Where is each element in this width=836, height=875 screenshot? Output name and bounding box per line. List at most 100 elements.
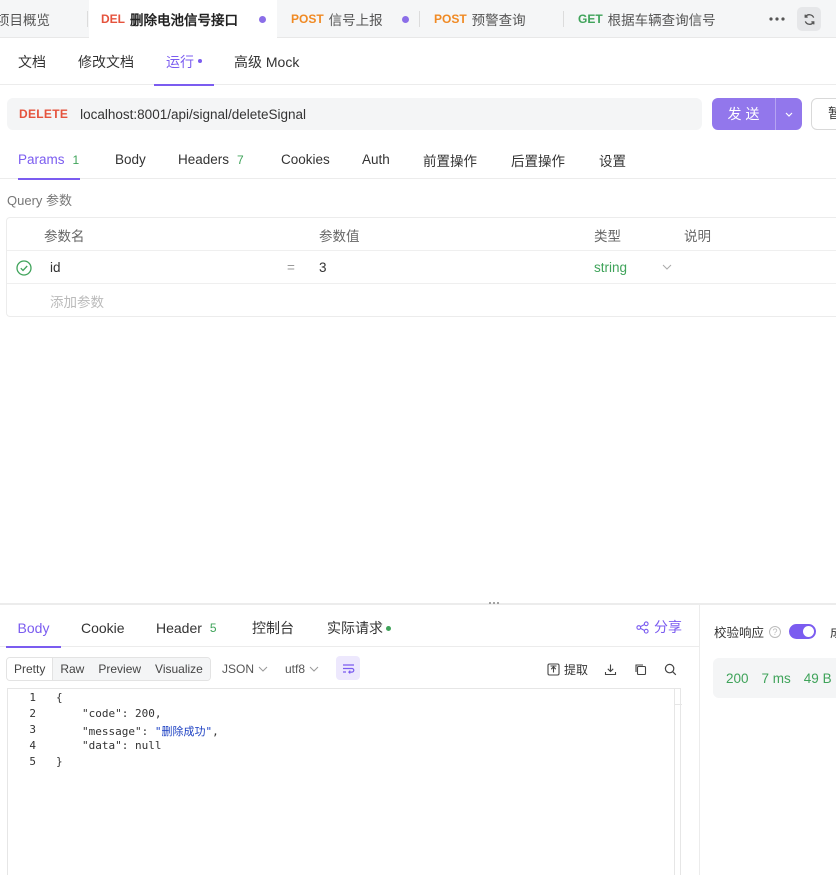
line-number: 4 xyxy=(29,739,36,752)
tab-post-processors[interactable]: 后置操作 xyxy=(511,140,565,179)
tab-label: 前置操作 xyxy=(423,153,477,169)
tab-query-by-vehicle[interactable]: GET 根据车辆查询信号 xyxy=(565,0,755,38)
search-icon[interactable] xyxy=(664,660,677,678)
url-input[interactable]: localhost:8001/api/signal/deleteSignal xyxy=(80,107,306,122)
extract-label: 提取 xyxy=(564,662,589,677)
format-select[interactable]: JSON xyxy=(222,657,268,681)
tab-label: 实际请求 xyxy=(327,620,383,636)
response-body-viewer[interactable]: 1 2 3 4 5 { "code": 200, "message": "删除成… xyxy=(7,688,682,875)
json-brace: } xyxy=(56,755,63,768)
column-header: 说明 xyxy=(684,228,711,244)
word-wrap-button[interactable] xyxy=(336,656,360,680)
encoding-value: utf8 xyxy=(285,662,306,676)
response-time: 7 ms xyxy=(761,670,791,686)
query-params-label: Query 参数 xyxy=(7,193,73,208)
json-value: 200 xyxy=(135,707,155,720)
tab-pre-processors[interactable]: 前置操作 xyxy=(423,140,477,179)
method-badge: POST xyxy=(291,12,324,26)
code-line: { xyxy=(56,691,63,704)
method-badge: POST xyxy=(434,12,467,26)
param-value-input[interactable]: 3 xyxy=(319,251,327,284)
share-label: 分享 xyxy=(654,619,682,635)
tab-label: 根据车辆查询信号 xyxy=(607,13,716,28)
sub-navigation: 文档 修改文档 运行 高级 Mock xyxy=(0,38,836,86)
extract-button[interactable]: 提取 xyxy=(547,660,588,678)
scrollbar-track[interactable] xyxy=(674,689,675,875)
method-badge: DEL xyxy=(101,12,125,26)
scrollbar-marker xyxy=(674,704,682,705)
tab-label: Cookie xyxy=(81,620,125,636)
subtab-advanced-mock[interactable]: 高级 Mock xyxy=(234,38,299,85)
response-status: 200 7 ms 49 B xyxy=(713,658,836,698)
extract-icon xyxy=(547,662,560,676)
tab-actual-request[interactable]: 实际请求 xyxy=(327,609,391,647)
unsaved-dot-icon xyxy=(259,16,266,23)
subtab-label: 修改文档 xyxy=(78,53,134,70)
line-number: 1 xyxy=(29,691,36,704)
tab-label: Body xyxy=(115,152,146,167)
params-table: 参数名 参数值 类型 说明 id = 3 string 添加参数 xyxy=(6,217,836,317)
tab-signal-report[interactable]: POST 信号上报 xyxy=(278,0,420,38)
line-number: 2 xyxy=(29,707,36,720)
chevron-down-icon xyxy=(258,666,268,672)
tab-label: 设置 xyxy=(599,153,626,169)
subtab-edit-docs[interactable]: 修改文档 xyxy=(78,38,134,85)
tab-response-header[interactable]: Header 5 xyxy=(156,609,217,647)
tab-label: 预警查询 xyxy=(471,13,526,28)
status-dot-icon xyxy=(386,625,391,631)
add-param-input[interactable]: 添加参数 xyxy=(50,284,104,317)
tab-body[interactable]: Body xyxy=(115,140,146,179)
copy-icon[interactable] xyxy=(634,660,647,678)
tab-cookies[interactable]: Cookies xyxy=(281,140,330,179)
subtab-docs[interactable]: 文档 xyxy=(18,38,46,85)
drag-handle-icon[interactable] xyxy=(489,602,499,604)
format-raw-button[interactable]: Raw xyxy=(53,658,92,680)
format-visualize-button[interactable]: Visualize xyxy=(148,658,210,680)
tab-label: Cookies xyxy=(281,152,330,167)
param-name-input[interactable]: id xyxy=(50,251,61,284)
response-size: 49 B xyxy=(803,670,832,686)
subtab-run[interactable]: 运行 xyxy=(154,38,214,86)
refresh-icon[interactable] xyxy=(797,7,821,31)
tab-label: 删除电池信号接口 xyxy=(130,13,238,28)
share-button[interactable]: 分享 xyxy=(636,617,682,637)
tab-response-cookie[interactable]: Cookie xyxy=(81,609,125,647)
request-tab-bar: 项目概览 DEL 删除电池信号接口 POST 信号上报 POST 预警查询 GE… xyxy=(0,0,836,38)
response-toolbar: Pretty Raw Preview Visualize xyxy=(6,657,211,681)
enabled-check-icon[interactable] xyxy=(16,260,32,276)
response-tabs: Body Cookie Header 5 控制台 实际请求 xyxy=(0,609,700,648)
verify-toggle[interactable] xyxy=(789,624,817,639)
code-line: "message": "删除成功", xyxy=(82,725,219,738)
format-pretty-button[interactable]: Pretty xyxy=(7,658,54,680)
help-icon[interactable]: ? xyxy=(769,625,782,638)
send-button[interactable]: 发送 xyxy=(712,98,802,130)
tab-headers[interactable]: Headers 7 xyxy=(178,140,244,179)
json-value: null xyxy=(135,739,162,752)
panel-divider xyxy=(699,605,700,875)
tab-response-body[interactable]: Body xyxy=(6,609,61,648)
json-brace: { xyxy=(56,691,63,704)
format-value: JSON xyxy=(222,662,255,676)
method-select[interactable]: DELETE xyxy=(19,107,68,121)
tab-params[interactable]: Params 1 xyxy=(18,140,80,180)
tab-console[interactable]: 控制台 xyxy=(252,609,294,647)
panel-splitter[interactable] xyxy=(0,603,836,605)
param-type-select[interactable]: string xyxy=(594,251,674,284)
count-badge: 7 xyxy=(237,152,244,167)
tab-delete-battery-signal[interactable]: DEL 删除电池信号接口 xyxy=(89,0,277,38)
url-bar[interactable]: DELETE localhost:8001/api/signal/deleteS… xyxy=(7,98,702,130)
tab-settings[interactable]: 设置 xyxy=(599,140,626,179)
tab-warning-query[interactable]: POST 预警查询 xyxy=(421,0,564,38)
tab-project-overview[interactable]: 项目概览 xyxy=(0,0,88,38)
tab-auth[interactable]: Auth xyxy=(362,140,390,179)
format-preview-button[interactable]: Preview xyxy=(91,658,149,680)
chevron-down-icon[interactable] xyxy=(776,112,802,117)
save-button[interactable]: 暂存 xyxy=(811,98,836,130)
line-number: 5 xyxy=(29,755,36,768)
wrap-lines-icon xyxy=(342,663,354,674)
more-tabs-icon[interactable] xyxy=(765,7,789,31)
request-tabs: Params 1 Body Headers 7 Cookies Auth 前置操作 … xyxy=(0,140,836,180)
tab-label: 信号上报 xyxy=(328,13,383,28)
download-icon[interactable] xyxy=(604,660,617,678)
encoding-select[interactable]: utf8 xyxy=(285,657,319,681)
